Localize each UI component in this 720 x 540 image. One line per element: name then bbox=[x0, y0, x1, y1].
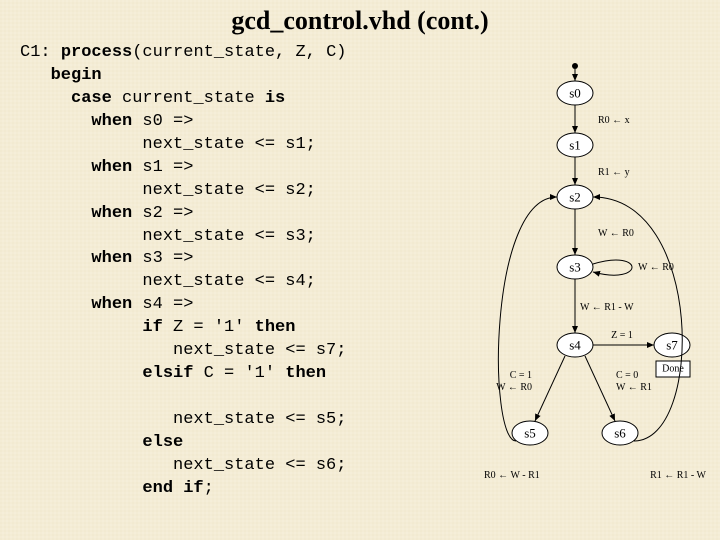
state-s7-label: s7 bbox=[666, 338, 678, 353]
edge-s4-s7-label: Z = 1 bbox=[611, 330, 633, 341]
state-diagram: s0 R0 ← x s1 R1 ← y s2 W ← R0 s3 W ← R1 … bbox=[480, 58, 710, 528]
state-s5-label: s5 bbox=[524, 426, 536, 441]
code-line: when s3 => bbox=[20, 249, 193, 268]
state-s1-label: s1 bbox=[569, 138, 581, 153]
slide: gcd_control.vhd (cont.) C1: process(curr… bbox=[0, 0, 720, 540]
state-s2-label: s2 bbox=[569, 190, 581, 205]
code-line: end if; bbox=[20, 479, 214, 498]
code-line bbox=[20, 387, 30, 406]
edge-s3-self-label: W ← R0 bbox=[638, 262, 674, 273]
edge-s4-s5-c-label: C = 1 bbox=[510, 370, 532, 381]
state-s0-label: s0 bbox=[569, 86, 581, 101]
code-line: next_state <= s4; bbox=[20, 272, 316, 291]
edge-s3-s4-label: W ← R1 - W bbox=[580, 302, 634, 313]
code-line: next_state <= s3; bbox=[20, 227, 316, 246]
state-s6-label: s6 bbox=[614, 426, 626, 441]
edge-s1-s2-label: R1 ← y bbox=[598, 167, 630, 178]
page-title: gcd_control.vhd (cont.) bbox=[0, 6, 720, 36]
edge-s5-s3-label: R0 ← W - R1 bbox=[484, 470, 540, 481]
code-line: elsif C = '1' then bbox=[20, 364, 326, 383]
code-line: case current_state is bbox=[20, 89, 285, 108]
code-line: next_state <= s6; bbox=[20, 456, 346, 475]
start-dot bbox=[572, 63, 578, 69]
edge-s6-s3-label: R1 ← R1 - W bbox=[650, 470, 706, 481]
code-line: next_state <= s1; bbox=[20, 135, 316, 154]
code-line: when s4 => bbox=[20, 295, 193, 314]
code-line: if Z = '1' then bbox=[20, 318, 295, 337]
state-s3-label: s3 bbox=[569, 260, 581, 275]
state-s4-label: s4 bbox=[569, 338, 581, 353]
code-line: else bbox=[20, 433, 183, 452]
code-line: C1: process(current_state, Z, C) bbox=[20, 43, 346, 62]
code-line: when s2 => bbox=[20, 204, 193, 223]
edge-s4-s6-c-label: C = 0 bbox=[616, 370, 638, 381]
edge-s4-s5-w-label: W ← R0 bbox=[496, 382, 532, 393]
code-line: next_state <= s7; bbox=[20, 341, 346, 360]
code-line: begin bbox=[20, 66, 102, 85]
code-line: next_state <= s5; bbox=[20, 410, 346, 429]
edge-s0-s1-label: R0 ← x bbox=[598, 115, 630, 126]
edge-s2-s3-label: W ← R0 bbox=[598, 228, 634, 239]
code-line: when s0 => bbox=[20, 112, 193, 131]
code-line: next_state <= s2; bbox=[20, 181, 316, 200]
edge-s4-s6-w-label: W ← R1 bbox=[616, 382, 652, 393]
code-block: C1: process(current_state, Z, C) begin c… bbox=[20, 42, 490, 501]
code-line: when s1 => bbox=[20, 158, 193, 177]
